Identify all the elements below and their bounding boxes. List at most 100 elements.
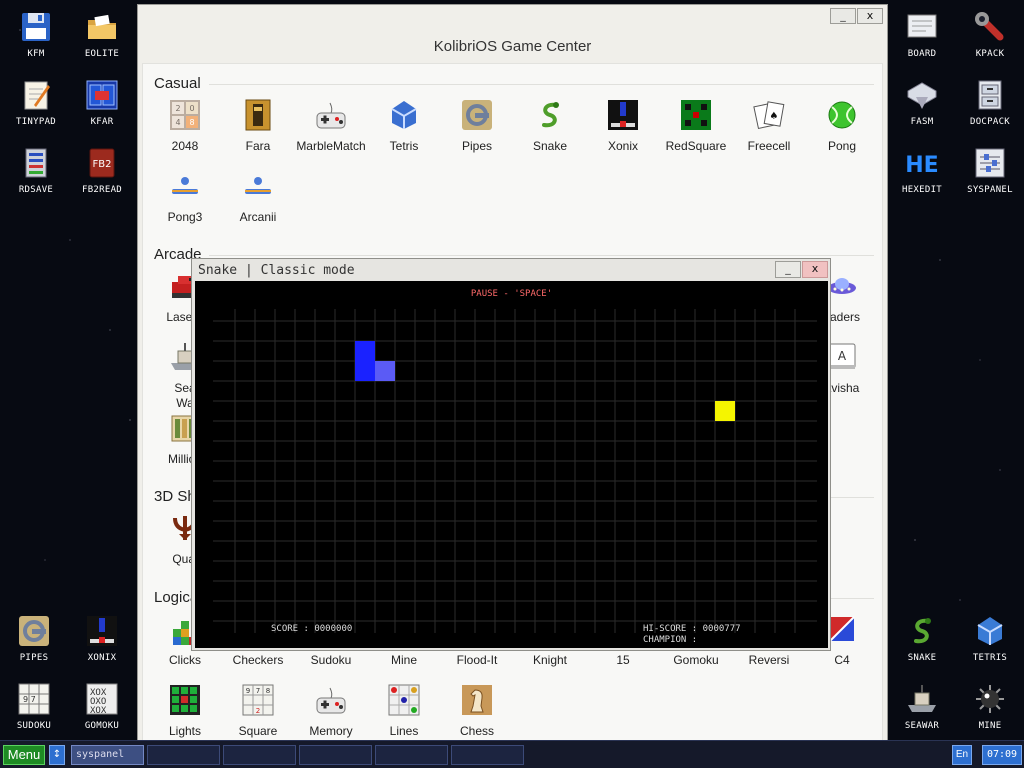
snake-window-title: Snake | Classic mode [198,263,355,278]
task-button[interactable] [375,745,448,765]
square-icon: 978 2 [241,683,275,717]
wrench-icon [973,10,1007,44]
game-lights[interactable]: Lights [149,683,221,738]
notepad-icon [19,78,53,112]
desktop-icon-kfm[interactable]: KFM [2,10,70,59]
desktop-icon-tetris[interactable]: TETRIS [956,614,1024,663]
ship-icon [905,682,939,716]
svg-text:HE: HE [905,153,938,178]
svg-text:8: 8 [189,118,194,127]
floppy-disk-icon [19,10,53,44]
menu-button[interactable]: Menu [3,745,45,765]
fasm-icon [905,78,939,112]
desktop-icon-gomoku[interactable]: XOX OXO XOX GOMOKU [68,682,136,731]
desktop-icon-seawar[interactable]: SEAWAR [888,682,956,731]
desktop-icon-docpack[interactable]: DOCPACK [956,78,1024,127]
lights-icon [168,683,202,717]
snake-icon [533,98,567,132]
desktop-icon-eolite[interactable]: EOLITE [68,10,136,59]
snake-segment [375,361,395,381]
game-square[interactable]: 9782 Square [222,683,294,738]
chess-icon [460,683,494,717]
close-button[interactable]: x [857,8,883,24]
gamepad-icon [314,683,348,717]
task-button[interactable]: syspanel [71,745,144,765]
game-memory[interactable]: Memory [295,683,367,738]
svg-text:9: 9 [246,687,250,695]
desktop-icon-xonix[interactable]: XONIX [68,614,136,663]
language-indicator[interactable]: En [952,745,972,765]
game-2048[interactable]: 2048 2048 [149,98,221,153]
task-button[interactable] [451,745,524,765]
svg-text:XOX: XOX [90,706,107,715]
snake-close-button[interactable]: x [802,261,828,278]
svg-text:8: 8 [266,687,270,695]
game-pong3[interactable]: Pong3 [149,169,221,224]
gomoku-icon: XOX OXO XOX [85,682,119,716]
snake-window: Snake | Classic mode _ x PAUSE - 'SPACE'… [191,258,831,651]
desktop-icon-rdsave[interactable]: RDSAVE [2,146,70,195]
tetris-icon [387,98,421,132]
taskbar: Menu ↕ syspanel En 07:09 [0,740,1024,768]
desktop-icon-sudoku[interactable]: 9 7 SUDOKU [0,682,68,731]
desktop-icon-tinypad[interactable]: TINYPAD [2,78,70,127]
ram-disk-icon [19,146,53,180]
gamepad-icon [314,98,348,132]
game-fara[interactable]: Fara [222,98,294,153]
game-redsquare[interactable]: RedSquare [660,98,732,153]
desktop-icon-mine[interactable]: MINE [956,682,1024,731]
pharaoh-icon [241,98,275,132]
snake-grid [213,309,817,633]
snake-game-field[interactable]: PAUSE - 'SPACE' SCORE : 0000000 HI-SCORE… [195,281,828,648]
desktop-icon-kfar[interactable]: KFAR [68,78,136,127]
cabinet-icon [973,78,1007,112]
tetris-icon [973,614,1007,648]
task-button[interactable] [299,745,372,765]
game-pipes[interactable]: Pipes [441,98,513,153]
game-freecell[interactable]: ♠ Freecell [733,98,805,153]
task-button[interactable] [147,745,220,765]
hiscore-text: HI-SCORE : 0000777 [643,624,741,634]
snake-window-controls: _ x [775,261,828,278]
window-title: KolibriOS Game Center [433,38,592,55]
svg-text:2: 2 [256,707,260,715]
cards-icon: ♠ [752,98,786,132]
minimize-button[interactable]: _ [830,8,856,24]
task-button[interactable] [223,745,296,765]
svg-text:4: 4 [175,118,180,127]
xonix-icon [85,614,119,648]
game-snake[interactable]: Snake [514,98,586,153]
paddle-icon [241,169,275,203]
desktop-icon-snake[interactable]: SNAKE [888,614,956,663]
snake-segment [355,341,375,361]
book-icon: FB2 [85,146,119,180]
mine-icon [973,682,1007,716]
snake-minimize-button[interactable]: _ [775,261,801,278]
desktop-icon-board[interactable]: BOARD [888,10,956,59]
game-arcanii[interactable]: Arcanii [222,169,294,224]
game-lines[interactable]: Lines [368,683,440,738]
game-chess[interactable]: Chess [441,683,513,738]
snake-icon [905,614,939,648]
game-pong[interactable]: Pong [806,98,878,153]
desktop-icon-hexedit[interactable]: HE HEXEDIT [888,146,956,195]
desktop-icon-syspanel[interactable]: SYSPANEL [956,146,1024,195]
desktop-icon-pipes[interactable]: PIPES [0,614,68,663]
game-xonix[interactable]: Xonix [587,98,659,153]
desktop-icon-fasm[interactable]: FASM [888,78,956,127]
score-text: SCORE : 0000000 [271,624,353,634]
section-divider [209,84,874,85]
lines-icon [387,683,421,717]
champion-text: CHAMPION : [643,635,698,645]
svg-text:7: 7 [256,687,260,695]
svg-text:FB2: FB2 [93,159,112,170]
desktop-icon-fb2read[interactable]: FB2 FB2READ [68,146,136,195]
game-marblematch[interactable]: MarbleMatch [295,98,367,153]
game-tetris[interactable]: Tetris [368,98,440,153]
switch-arrows-icon[interactable]: ↕ [49,745,65,765]
paddle-icon [168,169,202,203]
window-controls: _ x [830,8,883,24]
food-item [715,401,735,421]
pipes-icon [17,614,51,648]
desktop-icon-kpack[interactable]: KPACK [956,10,1024,59]
